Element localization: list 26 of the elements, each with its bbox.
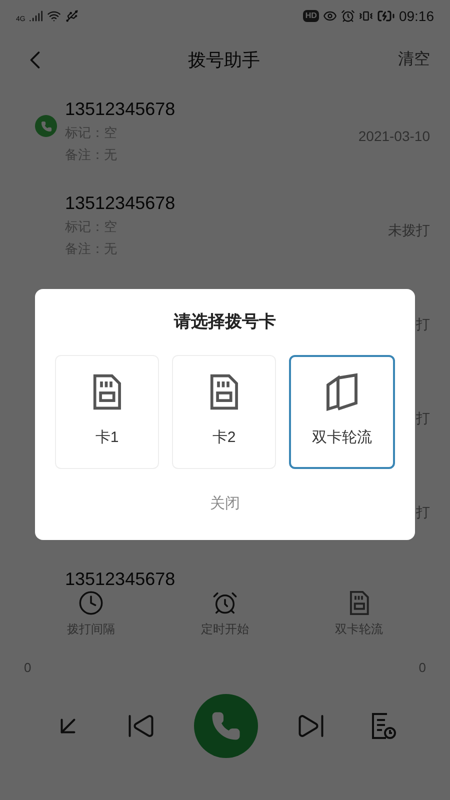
phone-number: 13512345678 [65,192,176,215]
clear-button[interactable]: 清空 [398,48,430,72]
sim-card-icon [92,373,122,412]
usb-icon [65,9,80,23]
wifi-icon [47,9,62,23]
page-title: 拨号助手 [188,48,260,72]
hd-badge: HD [303,10,319,22]
vibrate-icon [358,9,373,23]
phone-number: 13512345678 [65,568,176,591]
alarm-clock-icon [212,590,238,616]
clock-time: 09:16 [398,6,434,26]
signal-icon [29,9,44,23]
alarm-clock-icon [340,9,355,23]
active-call-icon [35,115,57,137]
clock-icon [78,590,104,616]
sim-option[interactable]: 卡1 [55,354,159,468]
eye-icon [322,9,337,23]
sim-option[interactable]: 双卡轮流 [289,354,395,468]
dialog-title: 请选择拨号卡 [174,311,276,333]
dual-card-icon [325,373,359,412]
sim-card-icon [208,373,240,412]
phone-number: 13512345678 [65,98,176,121]
sim-card-icon [348,590,370,616]
phone-icon [210,710,241,740]
sim-option[interactable]: 卡2 [172,354,276,468]
close-button[interactable]: 关闭 [210,492,240,515]
